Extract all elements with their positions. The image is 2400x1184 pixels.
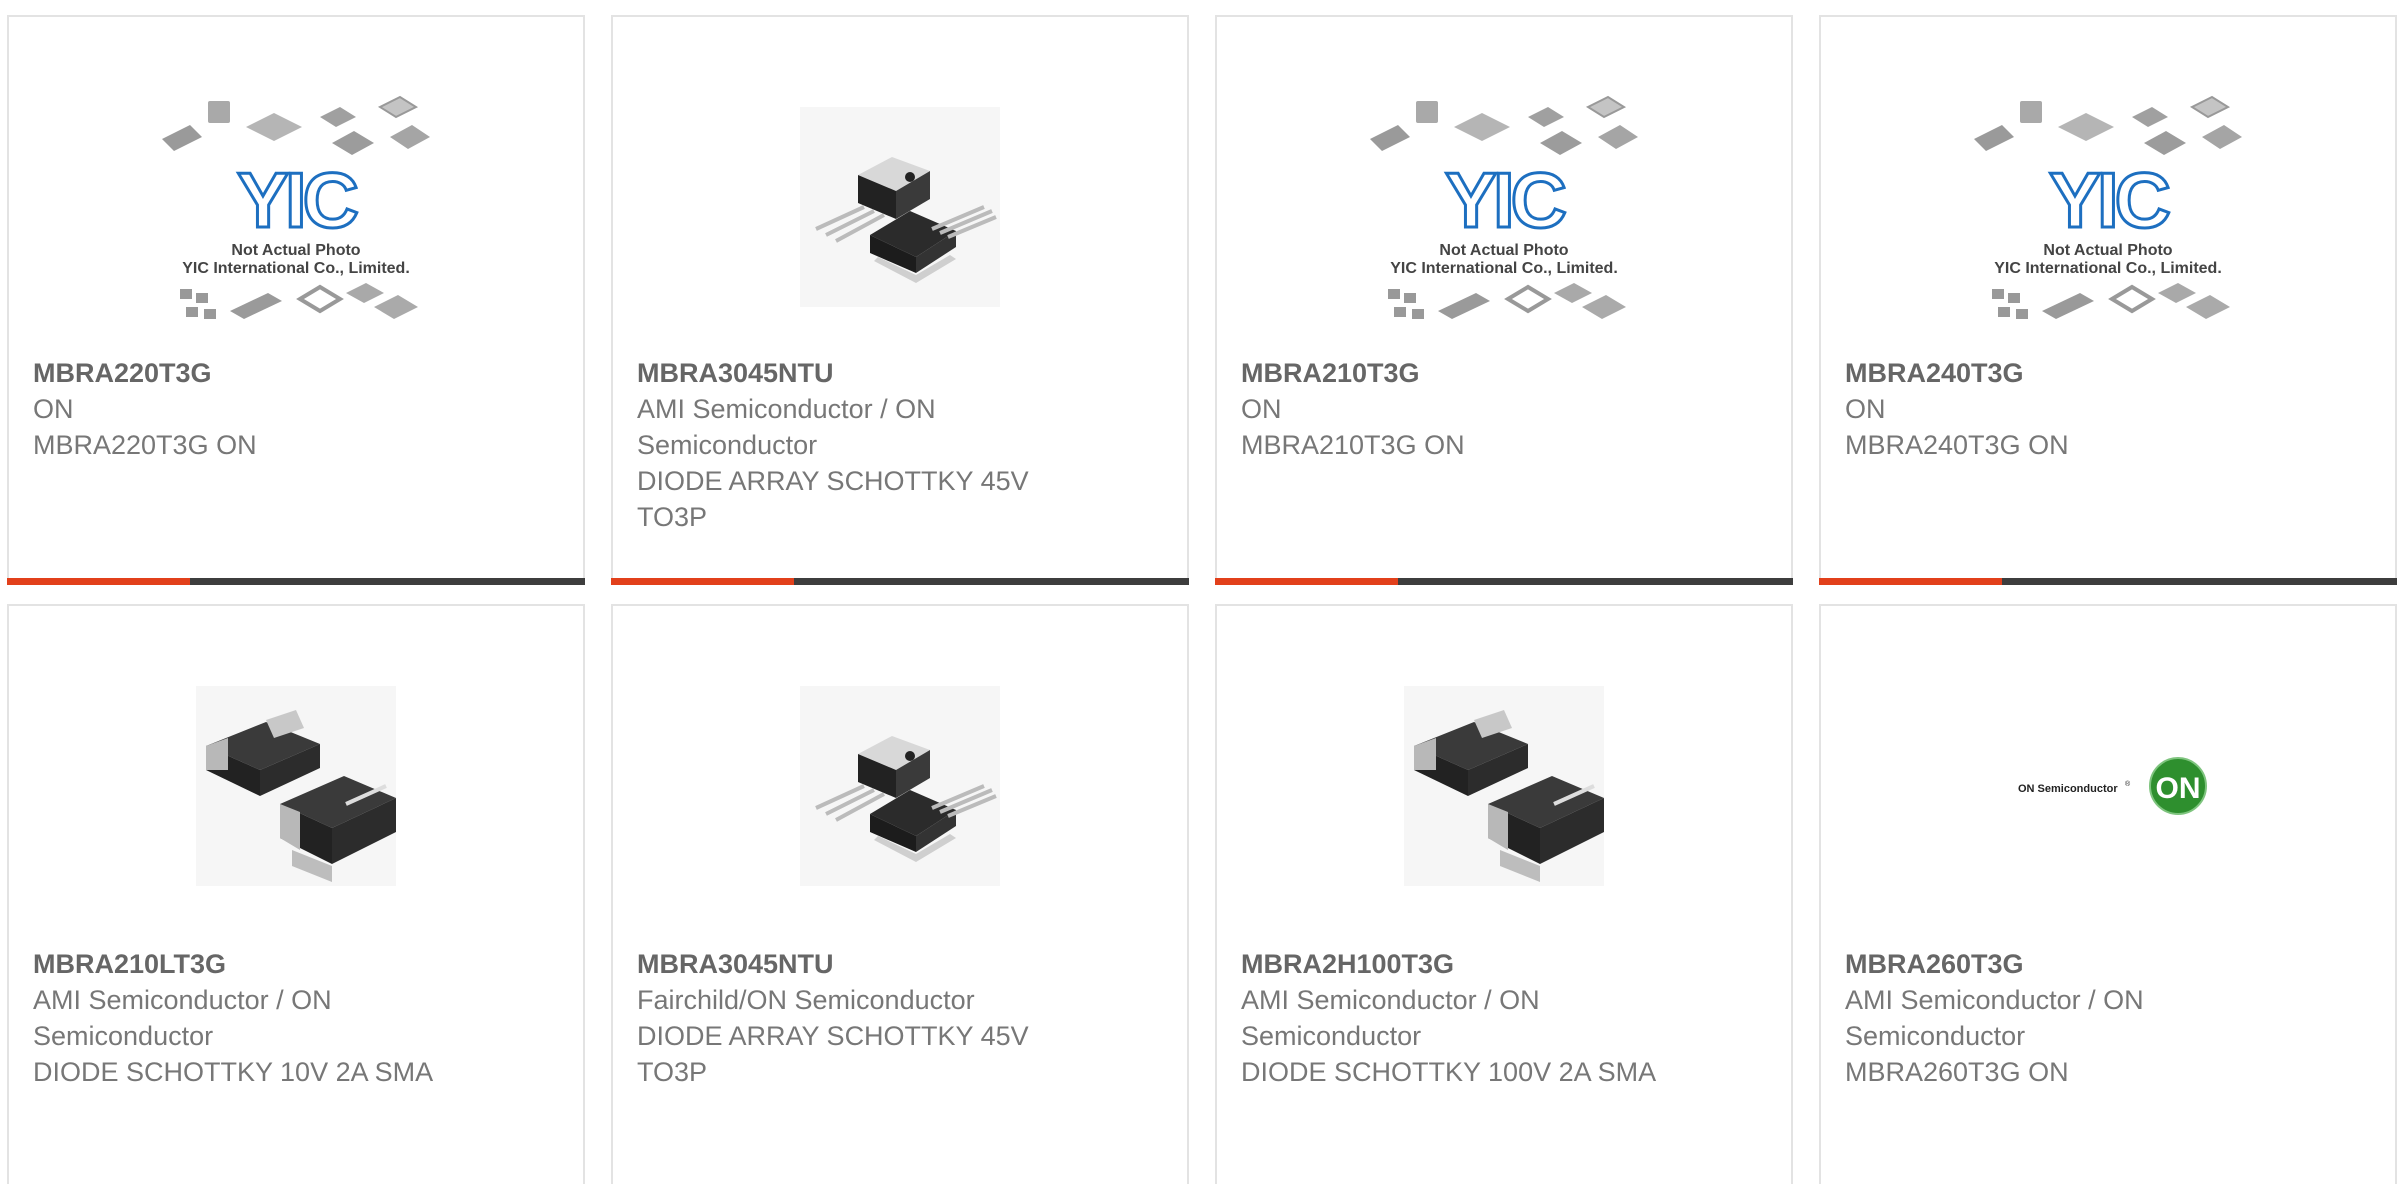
product-image[interactable]	[9, 666, 583, 906]
manufacturer: AMI Semiconductor / ON Semiconductor	[637, 394, 936, 460]
card-footer-bar	[611, 578, 1189, 585]
manufacturer: AMI Semiconductor / ON Semiconductor	[1241, 985, 1540, 1051]
product-image[interactable]	[1821, 77, 2395, 337]
to3p-package-icon	[800, 107, 1000, 307]
description: DIODE ARRAY SCHOTTKY 45V TO3P	[637, 466, 1029, 532]
card-accent-bar	[611, 578, 794, 585]
product-card[interactable]: MBRA3045NTU AMI Semiconductor / ON Semic…	[611, 15, 1189, 585]
product-grid: MBRA220T3G ON MBRA220T3G ON MBRA3045NTU …	[0, 0, 2400, 1184]
card-footer-bar	[7, 578, 585, 585]
part-number[interactable]: MBRA210LT3G	[33, 946, 463, 982]
product-image[interactable]	[613, 666, 1187, 906]
product-card[interactable]: MBRA260T3G AMI Semiconductor / ON Semico…	[1819, 604, 2397, 1184]
manufacturer: Fairchild/ON Semiconductor	[637, 985, 975, 1015]
yic-placeholder-icon	[1368, 95, 1640, 321]
product-card[interactable]: MBRA210T3G ON MBRA210T3G ON	[1215, 15, 1793, 585]
description: MBRA210T3G ON	[1241, 430, 1465, 460]
product-card[interactable]: MBRA220T3G ON MBRA220T3G ON	[7, 15, 585, 585]
product-image[interactable]	[1821, 666, 2395, 906]
manufacturer: ON	[1845, 394, 1886, 424]
product-card[interactable]: MBRA210LT3G AMI Semiconductor / ON Semic…	[7, 604, 585, 1184]
description: DIODE SCHOTTKY 100V 2A SMA	[1241, 1057, 1657, 1087]
product-image[interactable]	[1217, 666, 1791, 906]
card-footer-bar	[1819, 578, 2397, 585]
card-accent-bar	[7, 578, 190, 585]
to3p-package-icon	[800, 686, 1000, 886]
manufacturer: AMI Semiconductor / ON Semiconductor	[1845, 985, 2144, 1051]
yic-placeholder-icon	[160, 95, 432, 321]
product-card[interactable]: MBRA2H100T3G AMI Semiconductor / ON Semi…	[1215, 604, 1793, 1184]
card-accent-bar	[1215, 578, 1398, 585]
manufacturer: AMI Semiconductor / ON Semiconductor	[33, 985, 332, 1051]
part-number[interactable]: MBRA2H100T3G	[1241, 946, 1671, 982]
product-card[interactable]: MBRA240T3G ON MBRA240T3G ON	[1819, 15, 2397, 585]
description: MBRA240T3G ON	[1845, 430, 2069, 460]
part-number[interactable]: MBRA240T3G	[1845, 355, 2275, 391]
part-number[interactable]: MBRA260T3G	[1845, 946, 2275, 982]
part-number[interactable]: MBRA220T3G	[33, 355, 463, 391]
product-card[interactable]: MBRA3045NTU Fairchild/ON Semiconductor D…	[611, 604, 1189, 1184]
on-semiconductor-logo	[2017, 757, 2207, 815]
card-accent-bar	[1819, 578, 2002, 585]
manufacturer: ON	[1241, 394, 1282, 424]
part-number[interactable]: MBRA3045NTU	[637, 355, 1067, 391]
description: MBRA220T3G ON	[33, 430, 257, 460]
description: MBRA260T3G ON	[1845, 1057, 2069, 1087]
sma-package-icon	[196, 686, 396, 886]
yic-placeholder-icon	[1972, 95, 2244, 321]
manufacturer: ON	[33, 394, 74, 424]
description: DIODE SCHOTTKY 10V 2A SMA	[33, 1057, 434, 1087]
product-image[interactable]	[613, 77, 1187, 337]
sma-package-icon	[1404, 686, 1604, 886]
description: DIODE ARRAY SCHOTTKY 45V TO3P	[637, 1021, 1029, 1087]
part-number[interactable]: MBRA3045NTU	[637, 946, 1067, 982]
product-image[interactable]	[9, 77, 583, 337]
product-image[interactable]	[1217, 77, 1791, 337]
part-number[interactable]: MBRA210T3G	[1241, 355, 1671, 391]
card-footer-bar	[1215, 578, 1793, 585]
